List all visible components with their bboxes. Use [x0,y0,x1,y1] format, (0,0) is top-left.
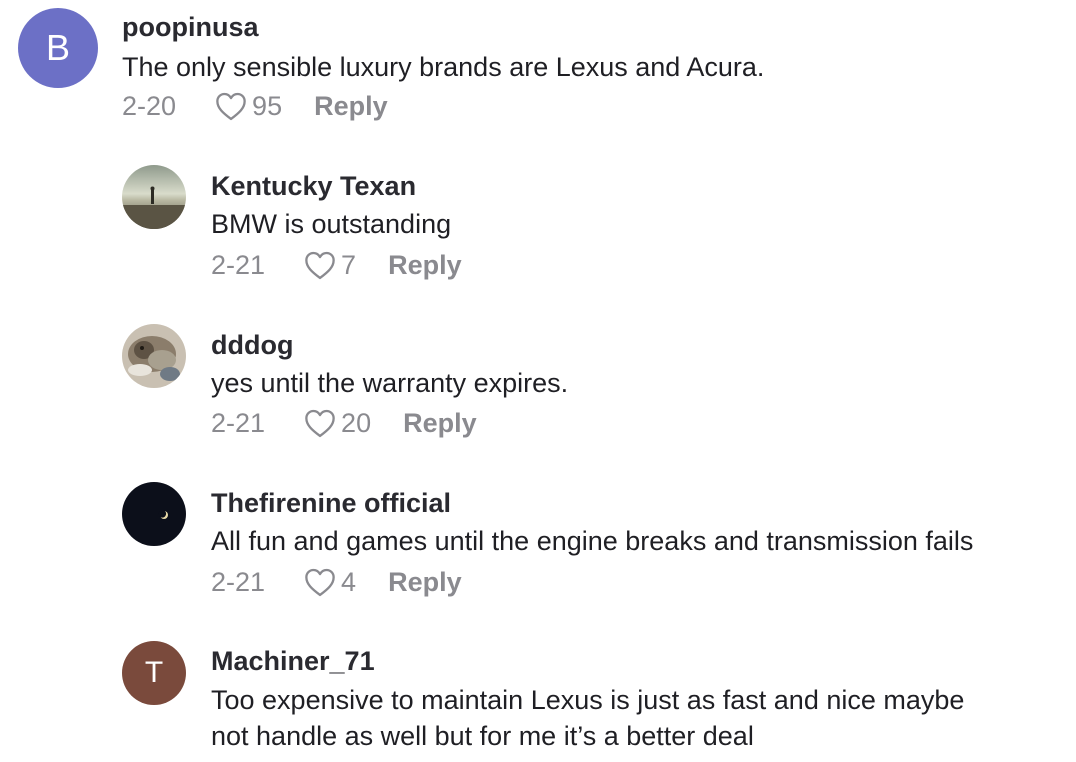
like-button[interactable] [214,91,248,121]
comment-text: Too expensive to maintain Lexus is just … [211,685,965,715]
beach-photo-icon [122,165,186,229]
heart-icon [305,251,335,280]
avatar-letter: B [45,27,70,68]
comment-username[interactable]: Machiner_71 [211,645,375,677]
comment-username[interactable]: Thefirenine official [211,487,451,519]
comment-date: 2-21 [211,249,266,280]
heart-icon [216,92,246,121]
comment-meta: 2-20 95 Reply [122,89,388,123]
comment-text: All fun and games until the engine break… [211,526,974,556]
heart-icon [305,568,335,597]
reply-button[interactable]: Reply [314,91,388,122]
heart-icon [305,409,335,438]
comment-username[interactable]: Kentucky Texan [211,170,416,202]
like-count: 7 [341,249,357,280]
avatar[interactable] [122,324,186,388]
comment-date: 2-20 [122,90,177,121]
dog-photo-icon [122,324,186,388]
comment-text: The only sensible luxury brands are Lexu… [122,52,765,82]
reply-button[interactable]: Reply [388,250,462,281]
like-count: 95 [252,90,283,121]
comment-text: BMW is outstanding [211,209,452,239]
comment-username[interactable]: dddog [211,329,293,361]
avatar[interactable] [122,482,186,546]
avatar[interactable] [122,165,186,229]
comment-date: 2-21 [211,566,266,597]
avatar[interactable]: T [122,641,186,705]
like-button[interactable] [303,567,337,597]
comment-date: 2-21 [211,407,266,438]
reply-button[interactable]: Reply [388,567,462,598]
like-count: 4 [341,566,357,597]
comment-meta: 2-21 7 Reply [211,248,462,282]
comment-text: not handle as well but for me it’s a bet… [211,721,754,751]
like-button[interactable] [303,250,337,280]
like-count: 20 [341,407,372,438]
avatar-letter: T [144,656,164,689]
comment-text: yes until the warranty expires. [211,368,569,398]
reply-button[interactable]: Reply [403,408,477,439]
comment-username[interactable]: poopinusa [122,11,259,43]
comment-meta: 2-21 4 Reply [211,565,462,599]
like-button[interactable] [303,408,337,438]
moon-photo-icon [122,482,186,546]
comment-meta: 2-21 20 Reply [211,406,477,440]
avatar[interactable]: B [18,8,98,88]
